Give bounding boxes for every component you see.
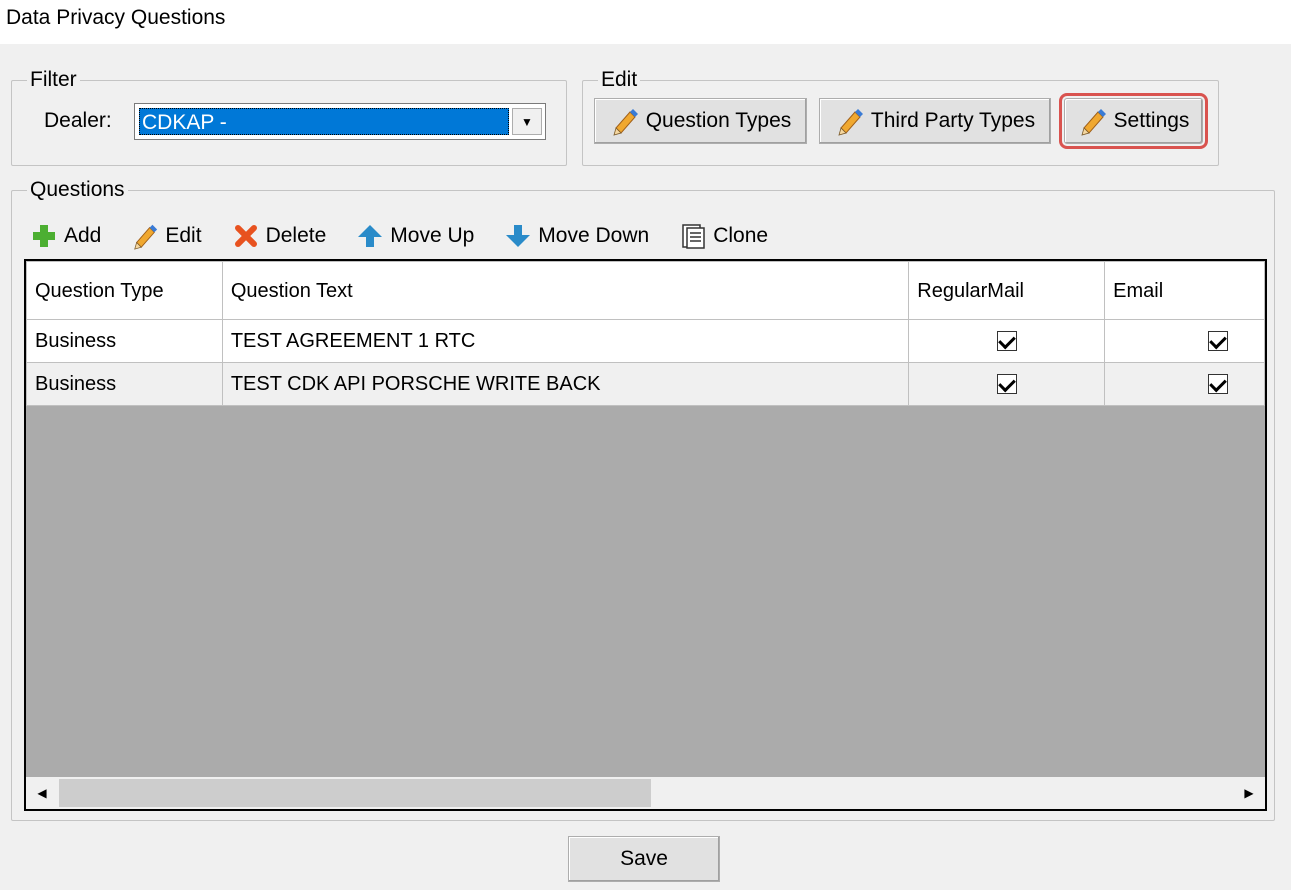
clone-label: Clone bbox=[713, 224, 769, 247]
column-header-question-type[interactable]: Question Type bbox=[26, 261, 223, 320]
column-header-email[interactable]: Email bbox=[1104, 261, 1265, 320]
horizontal-scrollbar[interactable]: ◀ ▶ bbox=[26, 777, 1265, 809]
cell-regularmail[interactable] bbox=[908, 362, 1106, 406]
cell-email[interactable] bbox=[1104, 319, 1265, 363]
delete-label: Delete bbox=[265, 224, 327, 247]
arrow-up-icon bbox=[358, 225, 383, 247]
regularmail-checkbox[interactable] bbox=[996, 331, 1017, 352]
cell-email[interactable] bbox=[1104, 362, 1265, 406]
title-bar: Data Privacy Questions bbox=[0, 0, 1291, 44]
filter-group: Filter Dealer: CDKAP - ▼ bbox=[11, 69, 567, 166]
edit-label: Edit bbox=[165, 224, 202, 247]
dealer-selected-value[interactable]: CDKAP - bbox=[139, 108, 509, 135]
questions-toolbar: Add Edit Delete Move Up Move Down Clone bbox=[30, 219, 798, 253]
move-down-label: Move Down bbox=[538, 224, 650, 247]
cell-question-text[interactable]: TEST AGREEMENT 1 RTC bbox=[221, 319, 910, 363]
dealer-label: Dealer: bbox=[44, 109, 112, 132]
questions-group-label: Questions bbox=[27, 179, 128, 201]
cell-regularmail[interactable] bbox=[908, 319, 1106, 363]
add-button[interactable]: Add bbox=[30, 222, 101, 250]
scroll-right-icon[interactable]: ▶ bbox=[1233, 777, 1265, 809]
filter-group-label: Filter bbox=[27, 69, 80, 91]
table-row[interactable]: Business TEST CDK API PORSCHE WRITE BACK bbox=[26, 362, 1265, 406]
move-down-button[interactable]: Move Down bbox=[504, 222, 649, 250]
edit-button[interactable]: Edit bbox=[131, 222, 202, 250]
arrow-down-icon bbox=[506, 225, 531, 247]
pencil-icon bbox=[1080, 109, 1106, 136]
x-icon bbox=[234, 225, 257, 247]
plus-icon bbox=[33, 225, 55, 247]
scroll-left-icon[interactable]: ◀ bbox=[26, 777, 58, 809]
cell-question-type[interactable]: Business bbox=[26, 319, 223, 363]
scrollbar-thumb[interactable] bbox=[59, 779, 651, 807]
settings-button[interactable]: Settings bbox=[1059, 93, 1208, 149]
settings-label: Settings bbox=[1113, 109, 1190, 132]
save-button[interactable]: Save bbox=[568, 836, 720, 882]
questions-table: Question Type Question Text RegularMail … bbox=[26, 261, 1265, 406]
cell-question-text[interactable]: TEST CDK API PORSCHE WRITE BACK bbox=[221, 362, 910, 406]
delete-button[interactable]: Delete bbox=[232, 222, 327, 250]
email-checkbox[interactable] bbox=[1208, 331, 1228, 352]
third-party-types-button[interactable]: Third Party Types bbox=[819, 98, 1051, 144]
table-header-row: Question Type Question Text RegularMail … bbox=[26, 261, 1265, 320]
clone-button[interactable]: Clone bbox=[679, 222, 768, 250]
add-label: Add bbox=[64, 224, 102, 247]
email-checkbox[interactable] bbox=[1208, 374, 1228, 395]
questions-grid[interactable]: Question Type Question Text RegularMail … bbox=[24, 259, 1267, 811]
table-row[interactable]: Business TEST AGREEMENT 1 RTC bbox=[26, 319, 1265, 363]
questions-group: Questions Add Edit Delete Move Up Move D… bbox=[11, 179, 1275, 821]
pencil-icon bbox=[613, 109, 638, 136]
regularmail-checkbox[interactable] bbox=[996, 374, 1017, 395]
pencil-icon bbox=[134, 224, 158, 250]
move-up-label: Move Up bbox=[390, 224, 475, 247]
column-header-regularmail[interactable]: RegularMail bbox=[908, 261, 1106, 320]
move-up-button[interactable]: Move Up bbox=[356, 222, 474, 250]
window-title: Data Privacy Questions bbox=[6, 6, 226, 29]
pencil-icon bbox=[838, 109, 863, 136]
third-party-types-label: Third Party Types bbox=[870, 109, 1036, 132]
column-header-question-text[interactable]: Question Text bbox=[221, 261, 910, 320]
question-types-label: Question Types bbox=[645, 109, 792, 132]
cell-question-type[interactable]: Business bbox=[26, 362, 223, 406]
dealer-combobox[interactable]: CDKAP - ▼ bbox=[134, 103, 546, 140]
save-label: Save bbox=[620, 847, 668, 870]
dropdown-arrow-icon[interactable]: ▼ bbox=[512, 108, 542, 135]
document-icon bbox=[682, 224, 705, 249]
edit-group: Edit Question Types Third Party Types Se… bbox=[582, 69, 1219, 166]
edit-group-label: Edit bbox=[598, 69, 641, 91]
question-types-button[interactable]: Question Types bbox=[594, 98, 807, 144]
